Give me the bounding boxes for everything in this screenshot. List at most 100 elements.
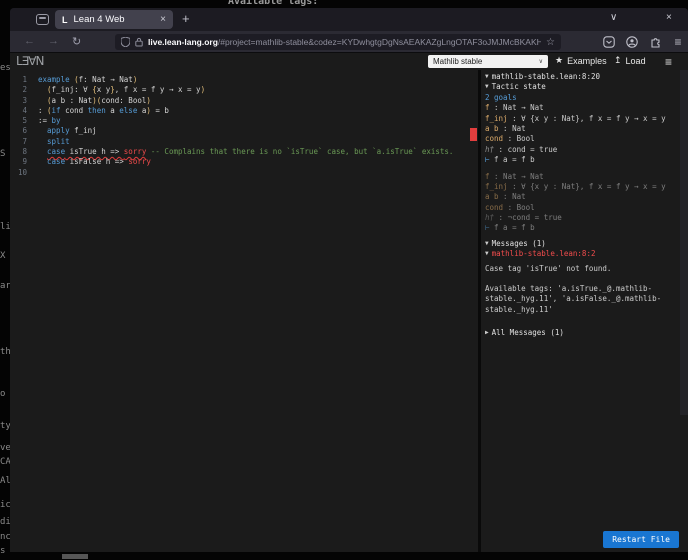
code-token: x y (97, 85, 111, 94)
infoview-section-header[interactable]: ▼mathlib-stable.lean:8:20 (485, 72, 688, 82)
forward-button[interactable]: → (48, 35, 59, 47)
url-text[interactable]: live.lean-lang.org/#project=mathlib-stab… (148, 37, 541, 47)
pocket-save-icon[interactable] (601, 34, 617, 50)
code-token: sorry (128, 157, 151, 166)
infoview-line: f_inj : ∀ {x y : Nat}, f x = f y → x = y (485, 114, 688, 124)
section-header-label: Tactic state (492, 82, 546, 91)
back-button[interactable]: ← (24, 35, 35, 47)
background-bottom-fragment (62, 554, 88, 559)
line-number: 9 (10, 157, 27, 167)
infoview-section-header[interactable]: ▶All Messages (1) (485, 328, 688, 338)
line-number: 10 (10, 168, 27, 178)
code-token: case (47, 147, 65, 156)
select-chevron-icon: ∨ (539, 58, 543, 65)
chevron-down-icon: ▼ (485, 73, 489, 80)
code-token: : Bool (503, 134, 535, 143)
infoview-line: ⊢ f a = f b (485, 155, 688, 165)
code-line[interactable]: 6 apply f_inj (10, 126, 478, 136)
infoview-line: Case tag 'isTrue' not found. (485, 264, 688, 274)
code-token: f_inj (485, 182, 508, 191)
infoview-scrollbar[interactable] (680, 70, 688, 415)
section-header-label: mathlib-stable.lean:8:20 (492, 72, 600, 81)
account-icon[interactable] (624, 34, 640, 50)
examples-button[interactable]: ★ Examples (555, 55, 607, 66)
code-token: ) (201, 85, 206, 94)
infoview-section-header[interactable]: ▼Messages (1) (485, 239, 688, 249)
url-bar[interactable]: live.lean-lang.org/#project=mathlib-stab… (115, 34, 561, 50)
code-line[interactable]: 4: (if cond then a else a) = b (10, 106, 478, 116)
infoview-line: 2 goals (485, 93, 688, 103)
url-path: /#project=mathlib-stable&codez=KYDwhgtgD… (218, 37, 541, 47)
lean4web-app: L∃∀N Mathlib stable ∨ ★ Examples ↥ Load … (10, 53, 688, 552)
tab-bar: L Lean 4 Web × + ∨ × (10, 8, 688, 31)
code-line[interactable]: 2 (f_inj: ∀ {x y}, f x = f y → x = y) (10, 85, 478, 95)
code-token (38, 96, 47, 105)
code-token: 2 goals (485, 93, 517, 102)
code-line[interactable]: 10 (10, 168, 478, 178)
window-close-icon[interactable]: × (666, 12, 672, 23)
code-token (38, 137, 47, 146)
code-token: case (47, 157, 65, 166)
code-token: : cond = true (494, 145, 557, 154)
browser-tab[interactable]: L Lean 4 Web × (55, 10, 173, 29)
code-token (38, 126, 47, 135)
tab-favicon: L (62, 15, 68, 25)
line-number: 2 (10, 85, 27, 95)
tab-close-icon[interactable]: × (160, 14, 166, 25)
code-token: -- Complains that there is no `isTrue` c… (151, 147, 454, 156)
chevron-down-icon: ▼ (485, 240, 489, 247)
background-text-fragment: o (0, 389, 5, 399)
url-host: live.lean-lang.org (148, 37, 218, 47)
list-tabs-chevron-icon[interactable]: ∨ (610, 12, 617, 23)
new-tab-button[interactable]: + (182, 11, 190, 26)
code-token: h† (485, 213, 494, 222)
code-line[interactable]: 5:= by (10, 116, 478, 126)
infoview-line: ⊢ f a = f b (485, 223, 688, 233)
code-token: f: Nat → Nat (79, 75, 133, 84)
code-token: = b (151, 106, 169, 115)
firefox-view-icon[interactable] (36, 14, 49, 25)
code-line[interactable]: 7 split (10, 137, 478, 147)
code-line[interactable]: 1example (f: Nat → Nat) (10, 75, 478, 85)
section-header-label: Messages (1) (492, 239, 546, 248)
chevron-down-icon: ▼ (485, 83, 489, 90)
code-token: cond (485, 203, 503, 212)
line-number: 1 (10, 75, 27, 85)
code-token: : ∀ {x y : Nat}, f x = f y → x = y (508, 182, 666, 191)
infoview-section-header[interactable]: ▼Tactic state (485, 82, 688, 92)
upload-icon: ↥ (614, 55, 622, 66)
code-token: : Nat (499, 192, 526, 201)
code-token: a b : Nat (52, 96, 93, 105)
lean-menu-icon[interactable]: ≡ (665, 55, 672, 69)
code-token: f a = f b (490, 155, 535, 164)
code-token: ) (133, 75, 138, 84)
infoview-line: f_inj : ∀ {x y : Nat}, f x = f y → x = y (485, 182, 688, 192)
line-number: 5 (10, 116, 27, 126)
code-token: by (52, 116, 61, 125)
app-menu-icon[interactable]: ≡ (670, 34, 686, 50)
section-header-label: mathlib-stable.lean:8:2 (492, 249, 596, 258)
infoview-line: f : Nat → Nat (485, 172, 688, 182)
code-line[interactable]: 9 case isFalse h => sorry (10, 157, 478, 167)
infoview-spacer (485, 315, 688, 328)
reload-button[interactable]: ↻ (72, 35, 81, 48)
extensions-puzzle-icon[interactable] (648, 34, 664, 50)
code-token: cond (61, 106, 88, 115)
code-token: a (106, 106, 120, 115)
tracking-protection-shield-icon[interactable] (121, 37, 130, 47)
toolchain-select[interactable]: Mathlib stable ∨ (428, 55, 548, 68)
code-token: : ¬cond = true (494, 213, 562, 222)
code-editor[interactable]: 1example (f: Nat → Nat)2 (f_inj: ∀ {x y}… (10, 70, 478, 552)
chevron-right-icon: ▶ (485, 329, 489, 336)
infoview-panel: ▼mathlib-stable.lean:8:20▼Tactic state2 … (481, 70, 688, 552)
code-line[interactable]: 3 (a b : Nat)(cond: Bool) (10, 96, 478, 106)
toolchain-selected-value: Mathlib stable (433, 57, 482, 66)
code-token: f_inj (70, 126, 97, 135)
bookmark-star-icon[interactable]: ☆ (546, 37, 555, 48)
infoview-section-header[interactable]: ▼mathlib-stable.lean:8:2 (485, 249, 688, 259)
infoview-message-text: Available tags: 'a.isTrue._@.mathlib-sta… (485, 284, 681, 315)
infoview-line: cond : Bool (485, 134, 688, 144)
load-button[interactable]: ↥ Load (614, 55, 646, 66)
restart-file-button[interactable]: Restart File (603, 531, 679, 548)
code-line[interactable]: 8 case isTrue h => sorry -- Complains th… (10, 147, 478, 157)
